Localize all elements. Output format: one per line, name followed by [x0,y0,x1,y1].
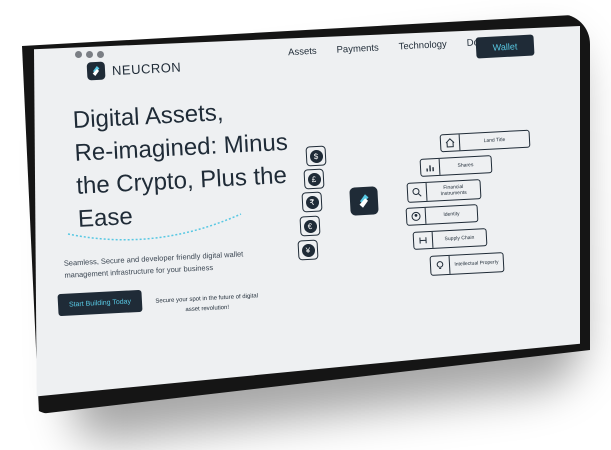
scene: NEUCRON Assets Payments Technology Docs … [0,0,611,450]
brand-name: NEUCRON [111,59,182,78]
id-badge-icon [406,207,427,225]
house-icon [440,134,461,152]
network-icon [413,231,434,249]
window-dots [75,51,104,58]
dollar-icon: $ [305,145,327,167]
euro-icon: € [299,215,321,237]
bar-chart-icon [420,158,441,176]
asset-financial-instruments: Financial Instruments [406,179,482,203]
magnifier-icon [407,182,428,202]
rupee-icon: ₹ [301,191,323,213]
wallet-button[interactable]: Wallet [475,34,535,59]
center-logo-icon [349,186,379,216]
yen-icon: ¥ [297,239,319,261]
nav-item-payments[interactable]: Payments [336,43,379,56]
decorative-swoosh [67,213,242,241]
start-building-button[interactable]: Start Building Today [57,289,143,317]
pound-icon: £ [303,168,325,190]
nav-item-assets[interactable]: Assets [288,46,317,58]
asset-identity: Identity [405,204,479,226]
asset-intellectual-property: Intellectual Property [429,252,505,276]
lightbulb-icon [430,255,451,275]
logo-mark-icon [86,61,106,81]
asset-shares: Shares [419,155,493,177]
